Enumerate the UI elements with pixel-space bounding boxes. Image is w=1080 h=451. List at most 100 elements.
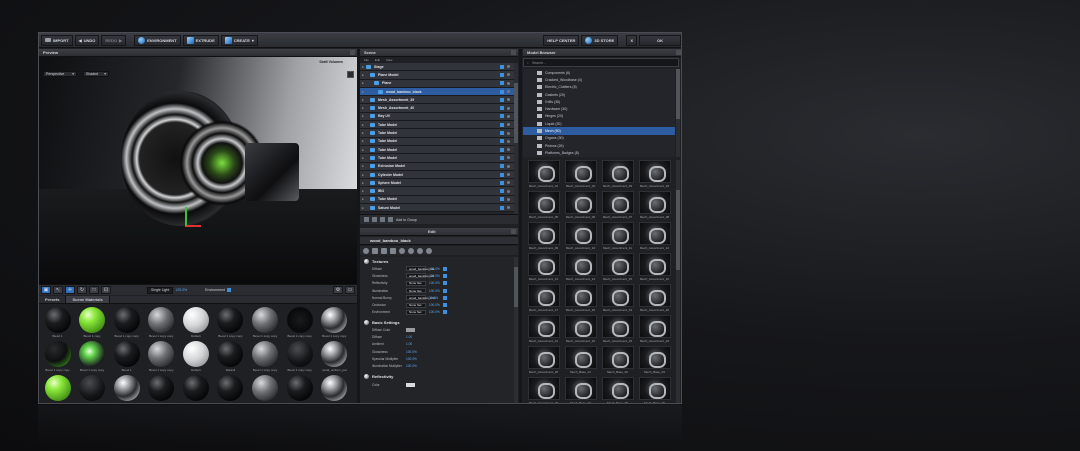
visibility-checkbox[interactable] <box>500 72 504 77</box>
expand-arrow-icon[interactable]: ▸ <box>360 90 366 94</box>
material-swatch[interactable]: Bevel 1 <box>41 307 74 338</box>
tree-scrollbar-thumb[interactable] <box>676 69 680 119</box>
lock-dot-icon[interactable] <box>507 65 510 69</box>
model-thumbnail[interactable]: Mech_Assortment_21 <box>525 315 562 343</box>
category-tree-item[interactable]: Gaskets (20) <box>523 91 675 98</box>
model-thumbnail[interactable]: Mech_Assortment_14 <box>562 253 599 281</box>
gizmo-axis[interactable] <box>185 207 201 227</box>
model-thumbnail[interactable]: Mech_Assortment_26 <box>525 377 562 403</box>
category-tree-item[interactable]: Electric_Cluttters (8) <box>523 84 675 91</box>
material-swatch[interactable] <box>249 375 282 402</box>
expand-arrow-icon[interactable]: ▸ <box>360 156 366 160</box>
material-swatch[interactable] <box>318 375 351 402</box>
material-swatch[interactable]: Bevel 1 copy copy <box>249 341 282 372</box>
expand-arrow-icon[interactable]: ▸ <box>360 164 366 168</box>
material-swatch[interactable]: Bevel 1 copy copy <box>249 307 282 338</box>
lock-dot-icon[interactable] <box>507 73 510 77</box>
texture-strength-value[interactable]: 100.0% <box>429 289 441 293</box>
scene-tree-row[interactable]: ▸ Tube Model <box>360 154 518 163</box>
select-tool-icon[interactable]: ↖ <box>53 286 63 294</box>
redo-button[interactable]: REDO ▶ <box>101 34 127 46</box>
expand-arrow-icon[interactable]: ▸ <box>360 123 366 127</box>
scene-tree-row[interactable]: ▸ Tube Model <box>360 145 518 155</box>
texture-enable-checkbox[interactable] <box>443 295 447 300</box>
expand-arrow-icon[interactable]: ▸ <box>360 131 366 135</box>
panel-collapse-icon[interactable] <box>350 50 355 55</box>
scene-scrollbar-thumb[interactable] <box>514 83 518 143</box>
expand-arrow-icon[interactable]: ▸ <box>360 98 366 102</box>
visibility-checkbox[interactable] <box>500 155 504 160</box>
visibility-checkbox[interactable] <box>500 89 504 94</box>
texture-enable-checkbox[interactable] <box>443 281 447 286</box>
scene-tree-row[interactable]: ▸ Cylinder Model <box>360 170 518 180</box>
close-button[interactable]: X <box>626 34 637 46</box>
lock-dot-icon[interactable] <box>507 131 510 135</box>
model-thumbnail[interactable]: Mech_Assortment_22 <box>562 315 599 343</box>
visibility-checkbox[interactable] <box>500 172 504 177</box>
sun-icon[interactable] <box>426 247 432 254</box>
scene-tree-row[interactable]: ▸ wood_bamboo_black <box>360 87 518 97</box>
panel-divider[interactable] <box>519 49 522 403</box>
diffuse-color-swatch[interactable] <box>406 327 415 332</box>
draft-volumes-label[interactable]: Draft Volumes <box>320 60 343 64</box>
visibility-checkbox[interactable] <box>500 189 504 194</box>
material-swatch[interactable]: Bevel 1 copy copy <box>318 307 351 338</box>
camera-icon[interactable]: ▣ <box>41 286 51 294</box>
material-swatch[interactable] <box>145 375 178 402</box>
material-swatch[interactable]: Default <box>179 341 212 372</box>
category-tree-item[interactable]: Platforms_Badges (8) <box>523 149 675 156</box>
model-thumbnail[interactable]: Mech_Assortment_23 <box>599 315 636 343</box>
mesh-icon[interactable] <box>390 247 396 254</box>
delete-icon[interactable] <box>388 217 393 222</box>
new-folder-icon[interactable] <box>364 217 369 222</box>
monitor-icon[interactable]: ▭ <box>345 286 355 294</box>
basic-setting-value[interactable]: 1.00 <box>406 342 418 346</box>
scale-tool-icon[interactable]: □ <box>89 286 99 294</box>
tab-scene-materials[interactable]: Scene Materials <box>66 296 110 303</box>
edit-scrollbar-thumb[interactable] <box>514 267 518 307</box>
thumbs-scrollbar-thumb[interactable] <box>676 190 680 270</box>
basic-setting-value[interactable]: 100.0% <box>406 350 418 354</box>
model-thumbnail[interactable]: Mech_Assortment_25 <box>525 346 562 374</box>
category-tree-item[interactable]: Mech (50) <box>523 127 675 135</box>
panel-collapse-icon[interactable] <box>511 229 516 234</box>
light-intensity-value[interactable]: 125.0% <box>175 288 187 292</box>
texture-file-field[interactable]: wood_bamboo_ref <box>406 273 434 279</box>
texture-enable-checkbox[interactable] <box>443 273 447 278</box>
category-tree-item[interactable]: Pistons (26) <box>523 142 675 149</box>
group-icon[interactable] <box>380 217 385 222</box>
category-tree-item[interactable]: Grills (36) <box>523 98 675 105</box>
environment-checkbox[interactable] <box>226 288 231 292</box>
texture-strength-value[interactable]: 100.0% <box>429 267 441 271</box>
model-thumbnail[interactable]: Mech_Assortment_01 <box>525 160 562 188</box>
light-bulb-icon[interactable] <box>399 247 405 254</box>
model-thumbnail[interactable]: Mech_Assortment_11 <box>599 222 636 250</box>
lock-dot-icon[interactable] <box>507 123 510 127</box>
model-thumbnail[interactable]: Mech_Assortment_04 <box>636 160 673 188</box>
visibility-checkbox[interactable] <box>500 106 504 111</box>
texture-icon[interactable] <box>372 247 378 254</box>
create-button[interactable]: CREATE ▾ <box>220 34 258 46</box>
category-tree-item[interactable]: Components (6) <box>523 69 675 76</box>
light-select[interactable]: Single Light <box>147 286 174 294</box>
uv-icon[interactable] <box>381 247 387 254</box>
browser-search-input[interactable]: ⌕ Search... <box>523 58 679 67</box>
expand-arrow-icon[interactable]: ▸ <box>360 81 366 85</box>
tree-scrollbar[interactable] <box>676 69 680 157</box>
model-thumbnail[interactable]: Mech_Assortment_15 <box>599 253 636 281</box>
category-tree-item[interactable]: Organs (30) <box>523 135 675 142</box>
scene-tree-row[interactable]: ▸ Mesh_Assortment_39 <box>360 96 518 105</box>
visibility-checkbox[interactable] <box>500 180 504 185</box>
duplicate-icon[interactable] <box>372 217 377 222</box>
visibility-checkbox[interactable] <box>500 147 504 152</box>
expand-arrow-icon[interactable]: ▸ <box>360 114 366 118</box>
add-to-group-label[interactable]: Add to Group <box>396 218 417 222</box>
model-thumbnail[interactable]: Mech_Assortment_24 <box>636 315 673 343</box>
basic-setting-value[interactable]: 1.00 <box>406 335 418 339</box>
model-thumbnail[interactable]: Mech_Base_01 <box>562 346 599 374</box>
lock-dot-icon[interactable] <box>507 139 510 143</box>
model-thumbnail[interactable]: Mech_Assortment_03 <box>599 160 636 188</box>
material-swatch[interactable]: Bevel 1 copy copy <box>214 307 247 338</box>
texture-enable-checkbox[interactable] <box>443 266 447 271</box>
lock-dot-icon[interactable] <box>507 206 510 210</box>
